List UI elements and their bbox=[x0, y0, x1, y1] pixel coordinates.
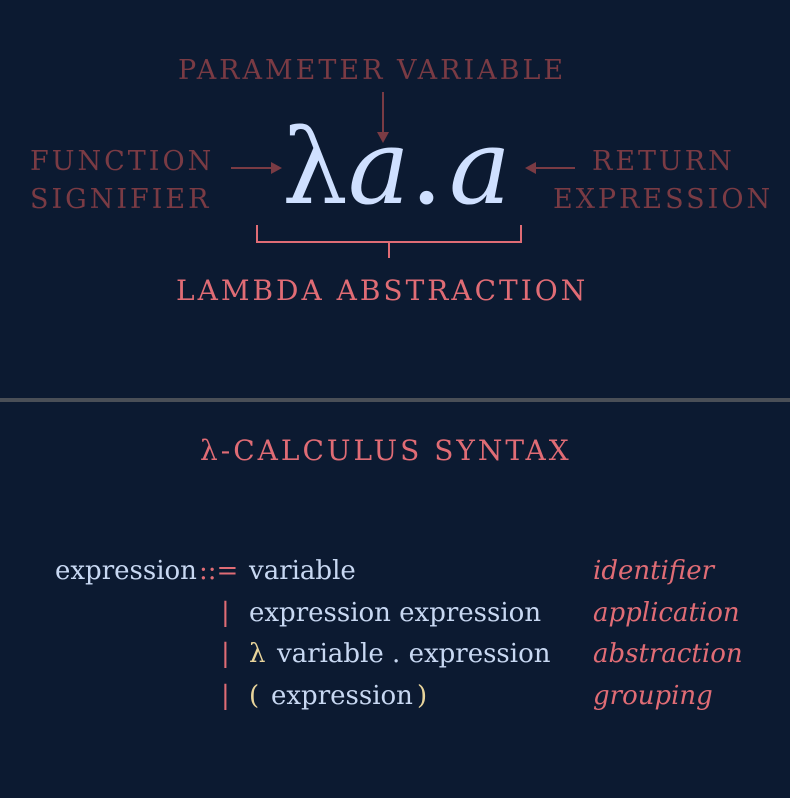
return-arrow-head bbox=[525, 162, 536, 174]
grammar-lambda-symbol: λ bbox=[249, 639, 266, 669]
note-application: application bbox=[593, 598, 740, 628]
function-arrow-head bbox=[271, 162, 282, 174]
section-divider bbox=[0, 398, 790, 402]
lambda-abstraction-label: LAMBDA ABSTRACTION bbox=[176, 274, 589, 307]
grammar-lhs: expression bbox=[55, 556, 197, 586]
abstraction-bracket bbox=[256, 225, 522, 243]
grammar-rule-grouping: expression bbox=[271, 681, 413, 711]
note-grouping: grouping bbox=[593, 681, 713, 711]
grammar-rule-abstraction: variable . expression bbox=[277, 639, 551, 669]
grammar-rule-application: expression expression bbox=[249, 598, 542, 628]
grammar-bar: | bbox=[221, 598, 230, 628]
grammar-close-paren: ) bbox=[417, 681, 428, 711]
grammar-bar: | bbox=[221, 681, 230, 711]
grammar-open-paren: ( bbox=[249, 681, 260, 711]
grammar-bar: | bbox=[221, 639, 230, 669]
note-abstraction: abstraction bbox=[593, 639, 743, 669]
grammar-rule-variable: variable bbox=[249, 556, 356, 586]
parameter-arrow-head bbox=[377, 132, 389, 143]
syntax-title: λ-CALCULUS SYNTAX bbox=[200, 434, 572, 467]
grammar-defines: ::= bbox=[199, 556, 239, 586]
note-identifier: identifier bbox=[593, 556, 715, 586]
